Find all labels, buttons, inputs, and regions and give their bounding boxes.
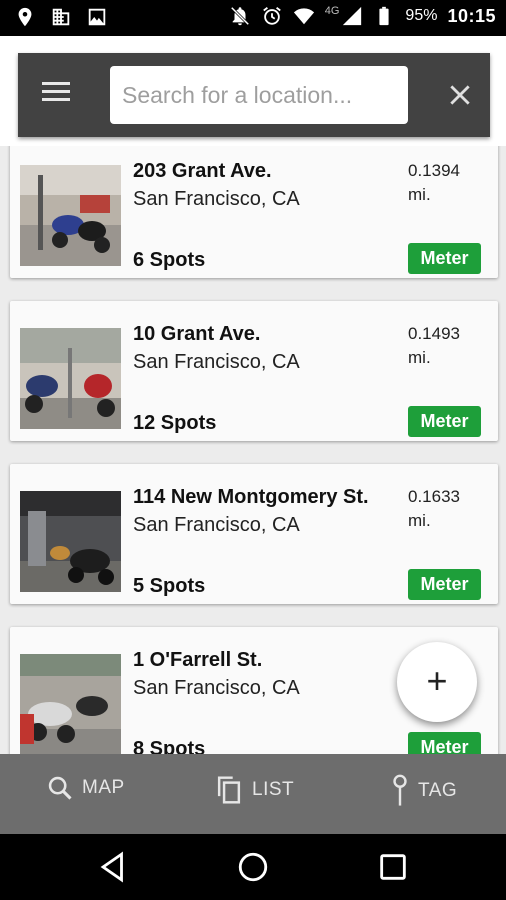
network-type: 4G: [324, 5, 340, 17]
pin-icon: [393, 774, 407, 806]
search-icon: [48, 776, 72, 800]
back-icon[interactable]: [96, 850, 130, 884]
meter-badge: Meter: [408, 243, 481, 274]
location-address: 10 Grant Ave.: [133, 323, 261, 345]
location-card[interactable]: 114 New Montgomery St. San Francisco, CA…: [10, 464, 498, 604]
add-location-button[interactable]: +: [397, 642, 477, 722]
spot-count: 5 Spots: [133, 575, 206, 597]
location-photo: [20, 165, 121, 266]
notifications-off-icon: [230, 6, 249, 26]
nav-list[interactable]: LIST: [214, 774, 294, 806]
clear-search-button[interactable]: [442, 75, 478, 115]
location-card[interactable]: 203 Grant Ave. San Francisco, CA 0.1394 …: [10, 146, 498, 278]
close-icon: [450, 85, 470, 105]
wifi-icon: [293, 8, 314, 25]
meter-badge: Meter: [408, 569, 481, 600]
location-address: 1 O'Farrell St.: [133, 649, 263, 671]
menu-button[interactable]: [40, 77, 74, 111]
location-city: San Francisco, CA: [133, 514, 300, 536]
hamburger-icon: [42, 82, 70, 85]
location-address: 114 New Montgomery St.: [133, 486, 369, 508]
nav-list-label: LIST: [252, 779, 295, 800]
nav-tag[interactable]: TAG: [390, 774, 457, 808]
location-city: San Francisco, CA: [133, 351, 300, 373]
nav-map-label: MAP: [82, 777, 125, 798]
location-address: 203 Grant Ave.: [133, 160, 272, 182]
location-card[interactable]: 10 Grant Ave. San Francisco, CA 0.1493 m…: [10, 301, 498, 441]
location-city: San Francisco, CA: [133, 677, 300, 699]
spot-count: 12 Spots: [133, 412, 217, 434]
nav-map[interactable]: MAP: [46, 774, 125, 802]
battery-icon: [379, 6, 390, 26]
recents-icon[interactable]: [376, 850, 410, 884]
building-icon: [52, 8, 70, 26]
location-distance: 0.1493 mi.: [408, 324, 460, 367]
meter-badge: Meter: [408, 406, 481, 437]
location-photo: [20, 328, 121, 429]
spot-count: 6 Spots: [133, 249, 206, 271]
location-photo: [20, 491, 121, 592]
location-icon: [18, 7, 32, 27]
location-photo: [20, 654, 121, 754]
search-toolbar: [18, 53, 490, 137]
system-navigation-bar: [0, 834, 506, 900]
status-bar: 4G 95% 10:15: [0, 0, 506, 36]
image-icon: [88, 8, 106, 26]
location-distance: 0.1633 mi.: [408, 487, 460, 530]
spot-count: 8 Spots: [133, 738, 206, 754]
signal-icon: [343, 6, 362, 26]
copy-icon: [217, 776, 241, 804]
location-city: San Francisco, CA: [133, 188, 300, 210]
battery-percent: 95%: [405, 7, 438, 24]
alarm-icon: [262, 7, 281, 25]
search-input[interactable]: [110, 66, 408, 124]
home-icon[interactable]: [236, 850, 270, 884]
meter-badge: Meter: [408, 732, 481, 754]
nav-tag-label: TAG: [418, 780, 458, 801]
bottom-navigation: MAP LIST TAG: [0, 754, 506, 834]
clock: 10:15: [447, 5, 496, 26]
plus-icon: +: [426, 660, 448, 701]
location-distance: 0.1394 mi.: [408, 161, 460, 204]
